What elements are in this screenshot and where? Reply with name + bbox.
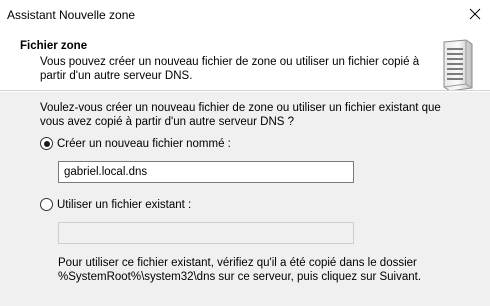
wizard-content: Voulez-vous créer un nouveau fichier de … bbox=[0, 92, 490, 306]
title-bar: Assistant Nouvelle zone bbox=[0, 0, 490, 30]
existing-file-input[interactable] bbox=[58, 222, 354, 244]
radio-existing-file[interactable] bbox=[40, 198, 53, 211]
option-new-file[interactable]: Créer un nouveau fichier nommé : bbox=[40, 137, 231, 150]
option-existing-file-label: Utiliser un fichier existant : bbox=[57, 198, 192, 211]
option-existing-file[interactable]: Utiliser un fichier existant : bbox=[40, 198, 191, 211]
option-new-file-label: Créer un nouveau fichier nommé : bbox=[57, 137, 231, 150]
radio-new-file[interactable] bbox=[40, 137, 53, 150]
header-title: Fichier zone bbox=[20, 40, 88, 52]
header-description: Vous pouvez créer un nouveau fichier de … bbox=[40, 56, 420, 82]
window-title: Assistant Nouvelle zone bbox=[7, 8, 136, 22]
new-file-name-input[interactable] bbox=[58, 161, 354, 183]
existing-file-note: Pour utiliser ce fichier existant, vérif… bbox=[58, 257, 422, 283]
question-text: Voulez-vous créer un nouveau fichier de … bbox=[40, 102, 441, 128]
close-icon[interactable] bbox=[466, 5, 484, 23]
server-icon bbox=[436, 38, 476, 92]
wizard-header: Fichier zone Vous pouvez créer un nouvea… bbox=[0, 30, 490, 92]
